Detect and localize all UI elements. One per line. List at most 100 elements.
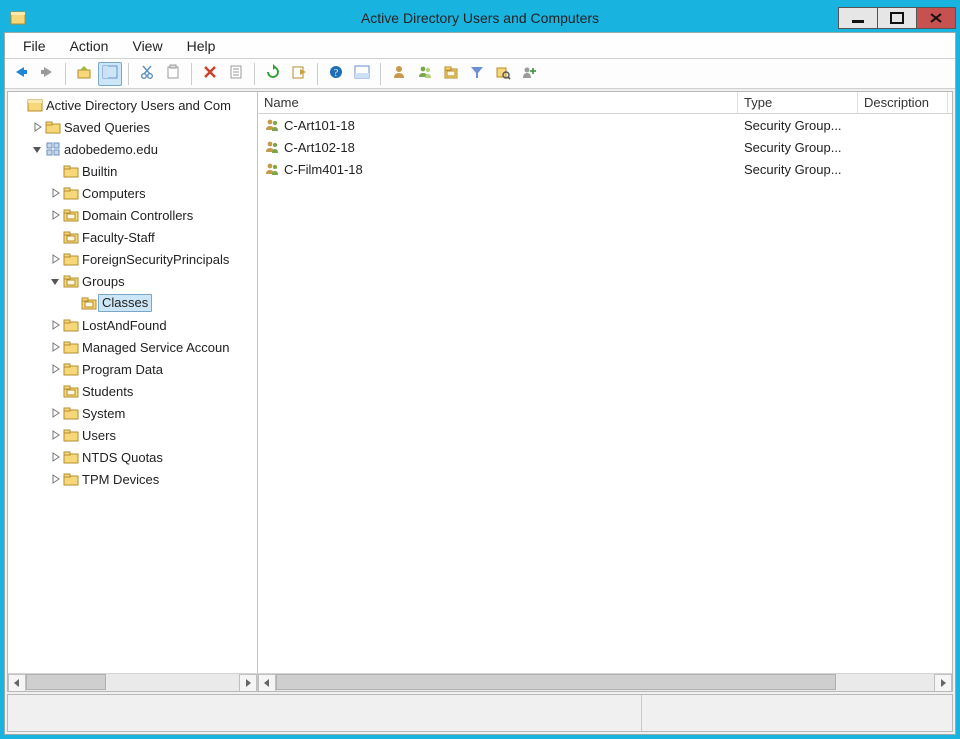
tree-item[interactable]: Saved Queries [8,116,257,138]
tree-item-label: ForeignSecurityPrincipals [80,252,231,267]
chevron-right-icon[interactable] [48,408,62,418]
chevron-right-icon[interactable] [48,430,62,440]
toolbar-refresh[interactable] [261,62,285,86]
chevron-down-icon[interactable] [30,144,44,154]
tree-item[interactable]: Groups [8,270,257,292]
toolbar-new-user[interactable] [387,62,411,86]
toolbar-toggle-detail[interactable] [350,62,374,86]
tree-item-label: Users [80,428,118,443]
toolbar-cut[interactable] [135,62,159,86]
tree-item[interactable]: ForeignSecurityPrincipals [8,248,257,270]
toolbar-properties[interactable] [224,62,248,86]
arrow-left-icon [13,64,29,83]
toolbar-nav-forward[interactable] [35,62,59,86]
chevron-right-icon[interactable] [48,320,62,330]
tree-item[interactable]: Managed Service Accoun [8,336,257,358]
tree-item[interactable]: adobedemo.edu [8,138,257,160]
chevron-right-icon[interactable] [30,122,44,132]
chevron-right-icon[interactable] [48,254,62,264]
scroll-right-button[interactable] [239,674,257,691]
tree-scroll-track[interactable] [26,674,239,691]
tree-item[interactable]: Faculty-Staff [8,226,257,248]
tree-item[interactable]: Computers [8,182,257,204]
tree-item-label: adobedemo.edu [62,142,160,157]
menu-view[interactable]: View [120,35,174,57]
column-header-type[interactable]: Type [738,92,858,113]
chevron-right-icon[interactable] [48,210,62,220]
group-icon [264,139,280,155]
close-icon [929,12,943,24]
folder-icon [62,427,80,443]
menu-file[interactable]: File [11,35,58,57]
tree-toggle-icon [102,64,118,83]
list-hscroll[interactable] [258,673,952,691]
toolbar-export[interactable] [287,62,311,86]
scroll-right-button[interactable] [934,674,952,691]
tree-item[interactable]: System [8,402,257,424]
tree-item[interactable]: TPM Devices [8,468,257,490]
toolbar-new-ou[interactable] [439,62,463,86]
tree-item-label: Domain Controllers [80,208,195,223]
toolbar-nav-back[interactable] [9,62,33,86]
toolbar-show-hide-tree[interactable] [98,62,122,86]
tree-scroll-thumb[interactable] [26,674,106,690]
scroll-left-button[interactable] [258,674,276,691]
tree-item[interactable]: Domain Controllers [8,204,257,226]
chevron-right-icon[interactable] [48,452,62,462]
tree-hscroll[interactable] [8,673,257,691]
chevron-right-icon[interactable] [48,474,62,484]
window-body: FileActionViewHelp ? Active Directory Us… [4,32,956,735]
tree-item-label: Classes [98,294,152,312]
title-bar: Active Directory Users and Computers [4,4,956,32]
funnel-icon [469,64,485,83]
column-header-name[interactable]: Name [258,92,738,113]
chevron-down-icon[interactable] [48,276,62,286]
folder-icon [62,185,80,201]
toolbar-up[interactable] [72,62,96,86]
column-header-description[interactable]: Description [858,92,948,113]
tree-item[interactable]: Users [8,424,257,446]
list-row[interactable]: C-Film401-18Security Group... [258,158,952,180]
tree-item[interactable]: Students [8,380,257,402]
menu-help[interactable]: Help [175,35,228,57]
toolbar-add-to-group[interactable] [517,62,541,86]
close-button[interactable] [916,7,956,29]
chevron-right-icon[interactable] [48,188,62,198]
list-scroll-thumb[interactable] [276,674,836,690]
tree-item[interactable]: LostAndFound [8,314,257,336]
toolbar-find[interactable] [491,62,515,86]
tree-item[interactable]: Classes [8,292,257,314]
tree-item[interactable]: NTDS Quotas [8,446,257,468]
tree-item-label: Saved Queries [62,120,152,135]
menu-action[interactable]: Action [58,35,121,57]
minimize-button[interactable] [838,7,878,29]
cell-name-text: C-Art101-18 [284,118,355,133]
tree-item[interactable]: Program Data [8,358,257,380]
folder-icon [62,339,80,355]
chevron-right-icon[interactable] [48,364,62,374]
tree-item[interactable]: Builtin [8,160,257,182]
tree-item-label: System [80,406,127,421]
cell-name: C-Film401-18 [258,161,738,177]
toolbar-help[interactable]: ? [324,62,348,86]
list-header: NameTypeDescription [258,92,952,114]
maximize-button[interactable] [877,7,917,29]
scroll-left-button[interactable] [8,674,26,691]
list-row[interactable]: C-Art101-18Security Group... [258,114,952,136]
folder-icon [62,317,80,333]
cell-name: C-Art101-18 [258,117,738,133]
toolbar-new-group[interactable] [413,62,437,86]
help-icon: ? [328,64,344,83]
tree-item[interactable]: Active Directory Users and Com [8,94,257,116]
toolbar-filter[interactable] [465,62,489,86]
list-row[interactable]: C-Art102-18Security Group... [258,136,952,158]
chevron-right-icon[interactable] [48,342,62,352]
list-scroll-track[interactable] [276,674,934,691]
folder-icon [62,405,80,421]
toolbar-delete[interactable] [198,62,222,86]
pane-toggle-icon [354,64,370,83]
toolbar-copy[interactable] [161,62,185,86]
people-icon [417,64,433,83]
tree-item-label: TPM Devices [80,472,161,487]
svg-text:?: ? [334,68,339,79]
